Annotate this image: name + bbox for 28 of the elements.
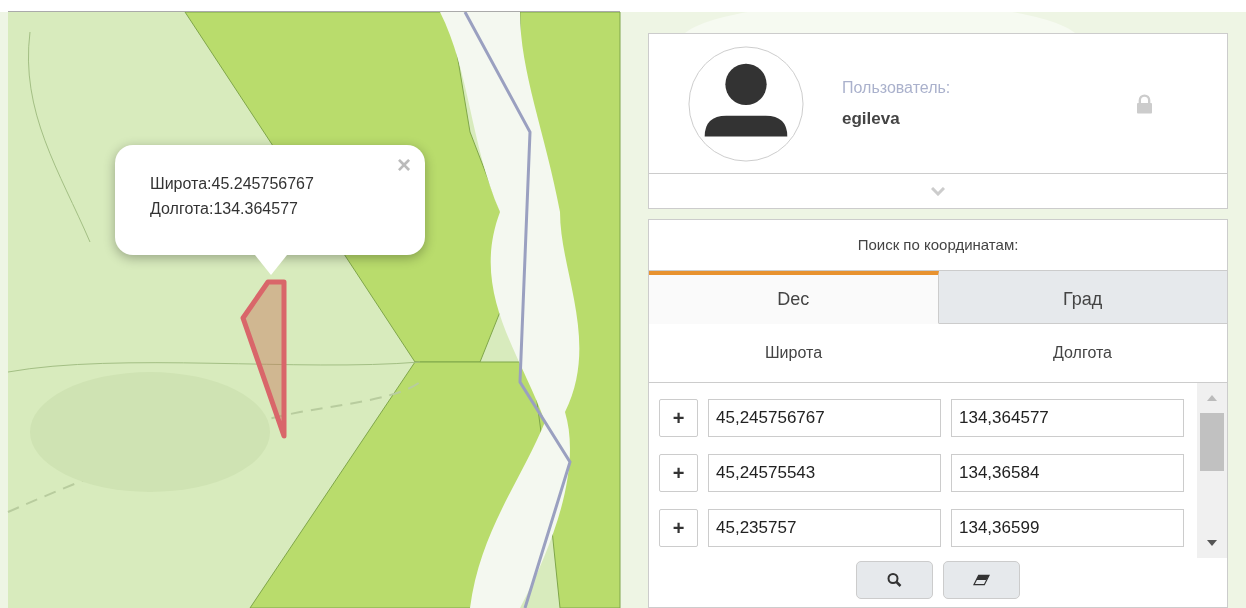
add-button[interactable]: + xyxy=(659,454,698,492)
tab[interactable]: Град xyxy=(938,271,1227,324)
eraser-button[interactable] xyxy=(943,561,1020,599)
user-label: Пользователь: xyxy=(842,78,952,97)
scroll-down-icon[interactable] xyxy=(1207,540,1217,546)
column-header: Долгота xyxy=(1052,344,1113,362)
popup-text: Долгота:134.364577 xyxy=(150,199,299,219)
longitude-field[interactable]: 134,36599 xyxy=(951,509,1184,547)
popup-text: Широта:45.245756767 xyxy=(150,174,315,194)
user-name: egileva xyxy=(842,108,901,129)
search-icon xyxy=(886,572,903,588)
add-button[interactable]: + xyxy=(659,509,698,547)
latitude-field[interactable]: 45,245756767 xyxy=(708,399,941,437)
column-header: Широта xyxy=(763,344,824,362)
lock-icon[interactable] xyxy=(1137,93,1152,114)
eraser-icon xyxy=(973,572,990,588)
longitude-field[interactable]: 134,364577 xyxy=(951,399,1184,437)
tab[interactable]: Dec xyxy=(649,271,939,324)
scroll-up-icon[interactable] xyxy=(1207,395,1217,401)
scroll-thumb[interactable] xyxy=(1200,413,1224,471)
search-button[interactable] xyxy=(856,561,933,599)
longitude-field[interactable]: 134,36584 xyxy=(951,454,1184,492)
avatar-icon xyxy=(687,44,805,163)
latitude-field[interactable]: 45,235757 xyxy=(708,509,941,547)
latitude-field[interactable]: 45,24575543 xyxy=(708,454,941,492)
add-button[interactable]: + xyxy=(659,399,698,437)
chevron-down-icon[interactable] xyxy=(931,186,945,196)
scrollbar[interactable] xyxy=(1197,383,1227,558)
